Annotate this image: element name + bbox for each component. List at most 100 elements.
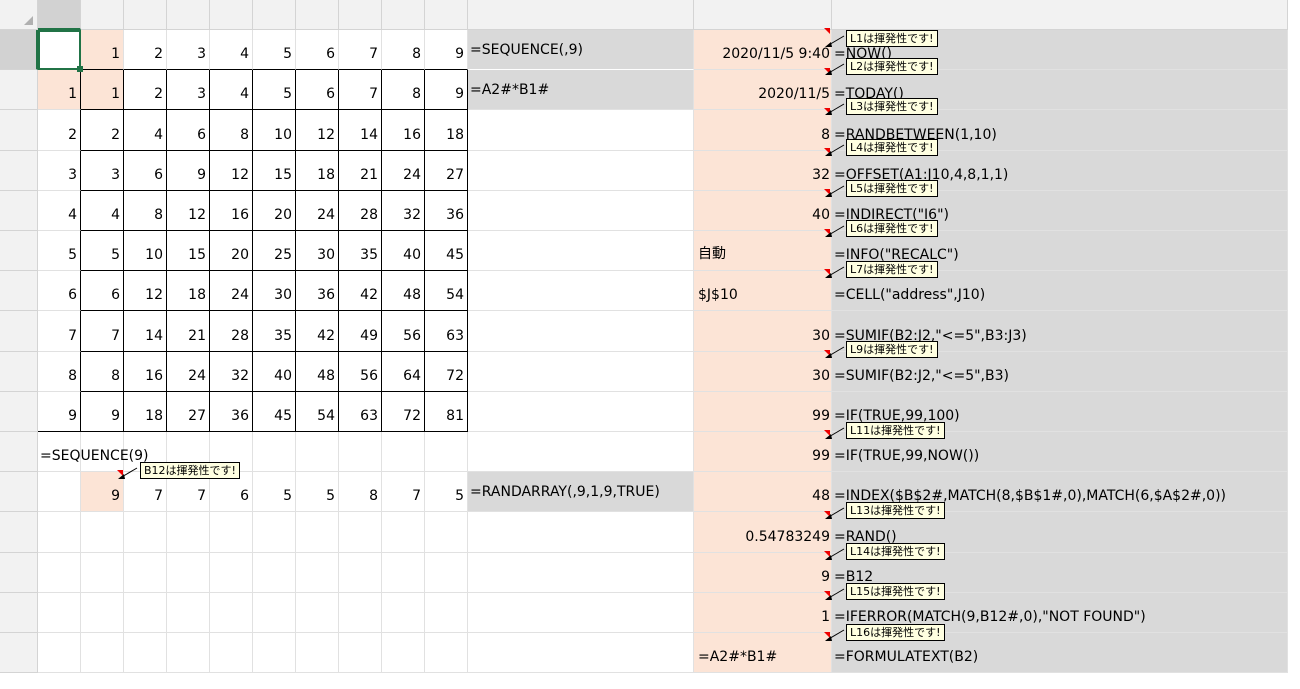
cell-B13[interactable]: [81, 512, 124, 553]
column-header-I[interactable]: [382, 0, 425, 30]
cell-B15[interactable]: [81, 592, 124, 633]
cell-K6[interactable]: [468, 231, 694, 272]
cell-I15[interactable]: [382, 592, 425, 633]
cell-A16[interactable]: [38, 633, 81, 674]
cell-K5[interactable]: [468, 190, 694, 231]
fill-handle[interactable]: [77, 66, 83, 73]
cell-K7[interactable]: [468, 271, 694, 312]
column-header-C[interactable]: [124, 0, 167, 30]
row-header-6[interactable]: [0, 231, 38, 272]
value-I10: 72: [403, 407, 421, 424]
row-header-15[interactable]: [0, 592, 38, 633]
cell-C14[interactable]: [124, 552, 167, 593]
value-E5: 16: [231, 206, 249, 223]
row-header-12[interactable]: [0, 472, 38, 513]
cell-K15[interactable]: [468, 592, 694, 633]
column-header-L[interactable]: [694, 0, 832, 30]
cell-D15[interactable]: [167, 592, 210, 633]
row-header-2[interactable]: [0, 70, 38, 111]
cell-K11[interactable]: [468, 432, 694, 473]
column-header-A[interactable]: [38, 0, 81, 30]
cell-C15[interactable]: [124, 592, 167, 633]
row-header-10[interactable]: [0, 391, 38, 432]
cell-J11[interactable]: [425, 432, 468, 473]
cell-A13[interactable]: [38, 512, 81, 553]
cell-F15[interactable]: [253, 592, 296, 633]
cell-F14[interactable]: [253, 552, 296, 593]
column-header-E[interactable]: [210, 0, 253, 30]
value-I2: 8: [412, 86, 421, 103]
row-header-16[interactable]: [0, 633, 38, 674]
cell-K8[interactable]: [468, 311, 694, 352]
cell-C16[interactable]: [124, 633, 167, 674]
column-header-H[interactable]: [339, 0, 382, 30]
cell-E13[interactable]: [210, 512, 253, 553]
cell-G13[interactable]: [296, 512, 339, 553]
cell-G15[interactable]: [296, 592, 339, 633]
column-header-M[interactable]: [832, 0, 1288, 30]
cell-F11[interactable]: [253, 432, 296, 473]
cell-I14[interactable]: [382, 552, 425, 593]
cell-F13[interactable]: [253, 512, 296, 553]
cell-J13[interactable]: [425, 512, 468, 553]
value-L12: 48: [812, 488, 830, 505]
column-header-B[interactable]: [81, 0, 124, 30]
row-header-13[interactable]: [0, 512, 38, 553]
value-C3: 4: [154, 126, 163, 143]
cell-G16[interactable]: [296, 633, 339, 674]
cell-K13[interactable]: [468, 512, 694, 553]
cell-I11[interactable]: [382, 432, 425, 473]
cell-K16[interactable]: [468, 633, 694, 674]
column-header-G[interactable]: [296, 0, 339, 30]
cell-D14[interactable]: [167, 552, 210, 593]
value-E1: 4: [240, 46, 249, 63]
value-B3: 2: [111, 126, 120, 143]
cell-E14[interactable]: [210, 552, 253, 593]
row-header-14[interactable]: [0, 552, 38, 593]
cell-H15[interactable]: [339, 592, 382, 633]
cell-K10[interactable]: [468, 391, 694, 432]
column-header-D[interactable]: [167, 0, 210, 30]
value-D8: 21: [188, 327, 206, 344]
cell-J14[interactable]: [425, 552, 468, 593]
cell-A14[interactable]: [38, 552, 81, 593]
column-header-F[interactable]: [253, 0, 296, 30]
cell-I16[interactable]: [382, 633, 425, 674]
row-header-5[interactable]: [0, 190, 38, 231]
cell-B16[interactable]: [81, 633, 124, 674]
cell-A15[interactable]: [38, 592, 81, 633]
cell-H16[interactable]: [339, 633, 382, 674]
active-cell-A1[interactable]: [38, 30, 81, 71]
cell-I13[interactable]: [382, 512, 425, 553]
row-header-3[interactable]: [0, 110, 38, 151]
cell-C13[interactable]: [124, 512, 167, 553]
cell-J16[interactable]: [425, 633, 468, 674]
cell-K4[interactable]: [468, 150, 694, 191]
cell-F16[interactable]: [253, 633, 296, 674]
cell-H13[interactable]: [339, 512, 382, 553]
cell-H11[interactable]: [339, 432, 382, 473]
select-all-corner[interactable]: [0, 0, 38, 30]
cell-J15[interactable]: [425, 592, 468, 633]
row-header-8[interactable]: [0, 311, 38, 352]
row-header-11[interactable]: [0, 432, 38, 473]
cell-K3[interactable]: [468, 110, 694, 151]
cell-D16[interactable]: [167, 633, 210, 674]
row-header-7[interactable]: [0, 271, 38, 312]
cell-K14[interactable]: [468, 552, 694, 593]
cell-B14[interactable]: [81, 552, 124, 593]
cell-H14[interactable]: [339, 552, 382, 593]
cell-G14[interactable]: [296, 552, 339, 593]
column-header-K[interactable]: [468, 0, 694, 30]
cell-D13[interactable]: [167, 512, 210, 553]
row-header-4[interactable]: [0, 150, 38, 191]
column-header-J[interactable]: [425, 0, 468, 30]
row-header-1[interactable]: [0, 30, 38, 71]
row-header-9[interactable]: [0, 351, 38, 392]
comment-box-L15: L15は揮発性です!: [846, 583, 945, 600]
cell-G11[interactable]: [296, 432, 339, 473]
cell-E16[interactable]: [210, 633, 253, 674]
cell-E15[interactable]: [210, 592, 253, 633]
cell-K9[interactable]: [468, 351, 694, 392]
cell-A12[interactable]: [38, 472, 81, 513]
